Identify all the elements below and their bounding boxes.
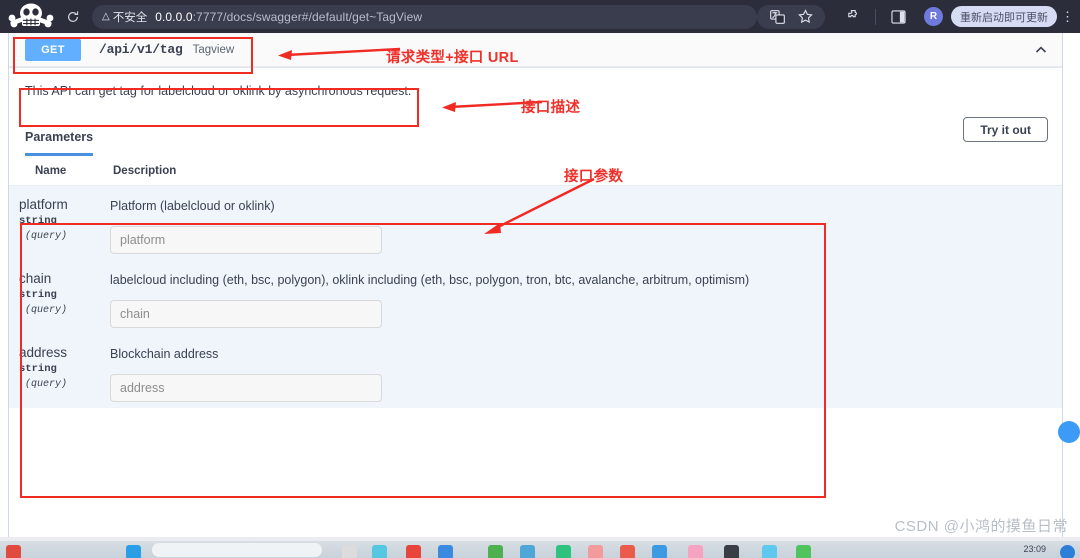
skull-logo-icon bbox=[0, 0, 62, 33]
parameter-name: platform bbox=[19, 197, 68, 212]
taskbar-icon-app9[interactable] bbox=[588, 545, 603, 558]
avatar[interactable]: R bbox=[924, 7, 943, 26]
url-text: 0.0.0.0:7777/docs/swagger#/default/get~T… bbox=[155, 10, 422, 24]
parameter-name: chain bbox=[19, 271, 52, 286]
annotation-label-parameters: 接口参数 bbox=[564, 169, 624, 185]
table-row: address string (query) Blockchain addres… bbox=[9, 334, 1062, 408]
page-viewport: GET /api/v1/tag Tagview This API can get… bbox=[0, 33, 1080, 541]
parameter-type: string bbox=[19, 215, 57, 227]
parameter-location: (query) bbox=[25, 231, 68, 242]
address-bar[interactable]: △ 不安全 0.0.0.0:7777/docs/swagger#/default… bbox=[92, 4, 757, 29]
parameter-input-platform[interactable] bbox=[110, 226, 382, 254]
star-icon[interactable] bbox=[796, 8, 814, 26]
content-right-rule bbox=[1062, 33, 1063, 541]
parameter-description-cell: labelcloud including (eth, bsc, polygon)… bbox=[95, 268, 1062, 328]
reload-icon[interactable] bbox=[62, 0, 84, 33]
parameter-location: (query) bbox=[25, 305, 68, 316]
operation-summary-text: Tagview bbox=[192, 43, 235, 56]
taskbar-icon-app6[interactable] bbox=[488, 545, 503, 558]
taskbar-icon-start[interactable] bbox=[126, 545, 141, 558]
update-button[interactable]: 重新启动即可更新 bbox=[951, 6, 1057, 27]
parameter-name: address bbox=[19, 345, 68, 360]
taskbar-icon-app7[interactable] bbox=[520, 545, 535, 558]
taskbar-icon-tray[interactable] bbox=[1060, 545, 1075, 558]
tab-parameters[interactable]: Parameters bbox=[25, 130, 94, 156]
taskbar: 23:09 bbox=[0, 541, 1080, 558]
annotation-arrow-method-url bbox=[278, 47, 401, 60]
http-method-badge: GET bbox=[25, 38, 81, 61]
browser-toolbar: △ 不安全 0.0.0.0:7777/docs/swagger#/default… bbox=[0, 0, 1080, 33]
taskbar-icon-app11[interactable] bbox=[652, 545, 667, 558]
taskbar-icon-app12[interactable] bbox=[688, 545, 703, 558]
taskbar-icon-app8[interactable] bbox=[556, 545, 571, 558]
parameter-meta: platform string (query) bbox=[9, 194, 95, 254]
table-row: chain string (query) labelcloud includin… bbox=[9, 260, 1062, 334]
operation-description-text: This API can get tag for labelcloud or o… bbox=[25, 84, 412, 98]
parameter-description-cell: Blockchain address bbox=[95, 342, 1062, 402]
browser-actions: R 重新启动即可更新 ⋮ bbox=[757, 4, 1080, 29]
try-it-out-button[interactable]: Try it out bbox=[963, 117, 1048, 142]
parameter-location: (query) bbox=[25, 379, 68, 390]
url-rest: :7777/docs/swagger#/default/get~TagView bbox=[192, 9, 423, 24]
kebab-menu-icon[interactable]: ⋮ bbox=[1061, 9, 1074, 25]
translate-icon[interactable] bbox=[768, 8, 786, 26]
taskbar-icon-app13[interactable] bbox=[724, 545, 739, 558]
column-header-name: Name bbox=[35, 164, 67, 177]
annotation-label-method-url: 请求类型+接口 URL bbox=[386, 50, 519, 66]
omnibox-actions-chip bbox=[757, 4, 825, 29]
floating-action-bubble[interactable] bbox=[1058, 421, 1080, 443]
taskbar-icon-app4[interactable] bbox=[406, 545, 421, 558]
taskbar-icon-app3[interactable] bbox=[372, 545, 387, 558]
taskbar-icon-app10[interactable] bbox=[620, 545, 635, 558]
column-header-description: Description bbox=[113, 164, 177, 177]
parameter-description: labelcloud including (eth, bsc, polygon)… bbox=[110, 273, 750, 287]
security-label: 不安全 bbox=[112, 11, 148, 24]
parameter-type: string bbox=[19, 289, 57, 301]
security-indicator[interactable]: △ 不安全 bbox=[102, 9, 155, 25]
taskbar-icon-app2[interactable] bbox=[342, 545, 357, 558]
parameter-meta: chain string (query) bbox=[9, 268, 95, 328]
watermark: CSDN @小鸿的摸鱼日常 bbox=[894, 518, 1068, 535]
extensions-puzzle-icon[interactable] bbox=[844, 8, 862, 26]
annotation-label-description: 接口描述 bbox=[521, 100, 581, 116]
operation-summary[interactable]: GET /api/v1/tag Tagview bbox=[9, 33, 1062, 67]
side-panel-icon[interactable] bbox=[889, 8, 907, 26]
taskbar-icon-app15[interactable] bbox=[796, 545, 811, 558]
taskbar-icon-app5[interactable] bbox=[438, 545, 453, 558]
taskbar-search-box[interactable] bbox=[152, 543, 322, 557]
parameters-section: Parameters Try it out Name Description p… bbox=[9, 112, 1062, 408]
chevron-up-icon[interactable] bbox=[1034, 43, 1048, 57]
parameter-type: string bbox=[19, 363, 57, 375]
warning-triangle-icon: △ bbox=[102, 10, 110, 22]
taskbar-clock[interactable]: 23:09 bbox=[1023, 544, 1046, 554]
parameter-description: Blockchain address bbox=[110, 347, 219, 361]
url-host: 0.0.0.0 bbox=[155, 9, 193, 24]
parameter-meta: address string (query) bbox=[9, 342, 95, 402]
taskbar-icon-app14[interactable] bbox=[762, 545, 777, 558]
toolbar-divider bbox=[875, 8, 876, 25]
parameter-input-address[interactable] bbox=[110, 374, 382, 402]
taskbar-icon-app1[interactable] bbox=[6, 545, 21, 558]
parameter-input-chain[interactable] bbox=[110, 300, 382, 328]
operation-path: /api/v1/tag bbox=[99, 42, 183, 57]
